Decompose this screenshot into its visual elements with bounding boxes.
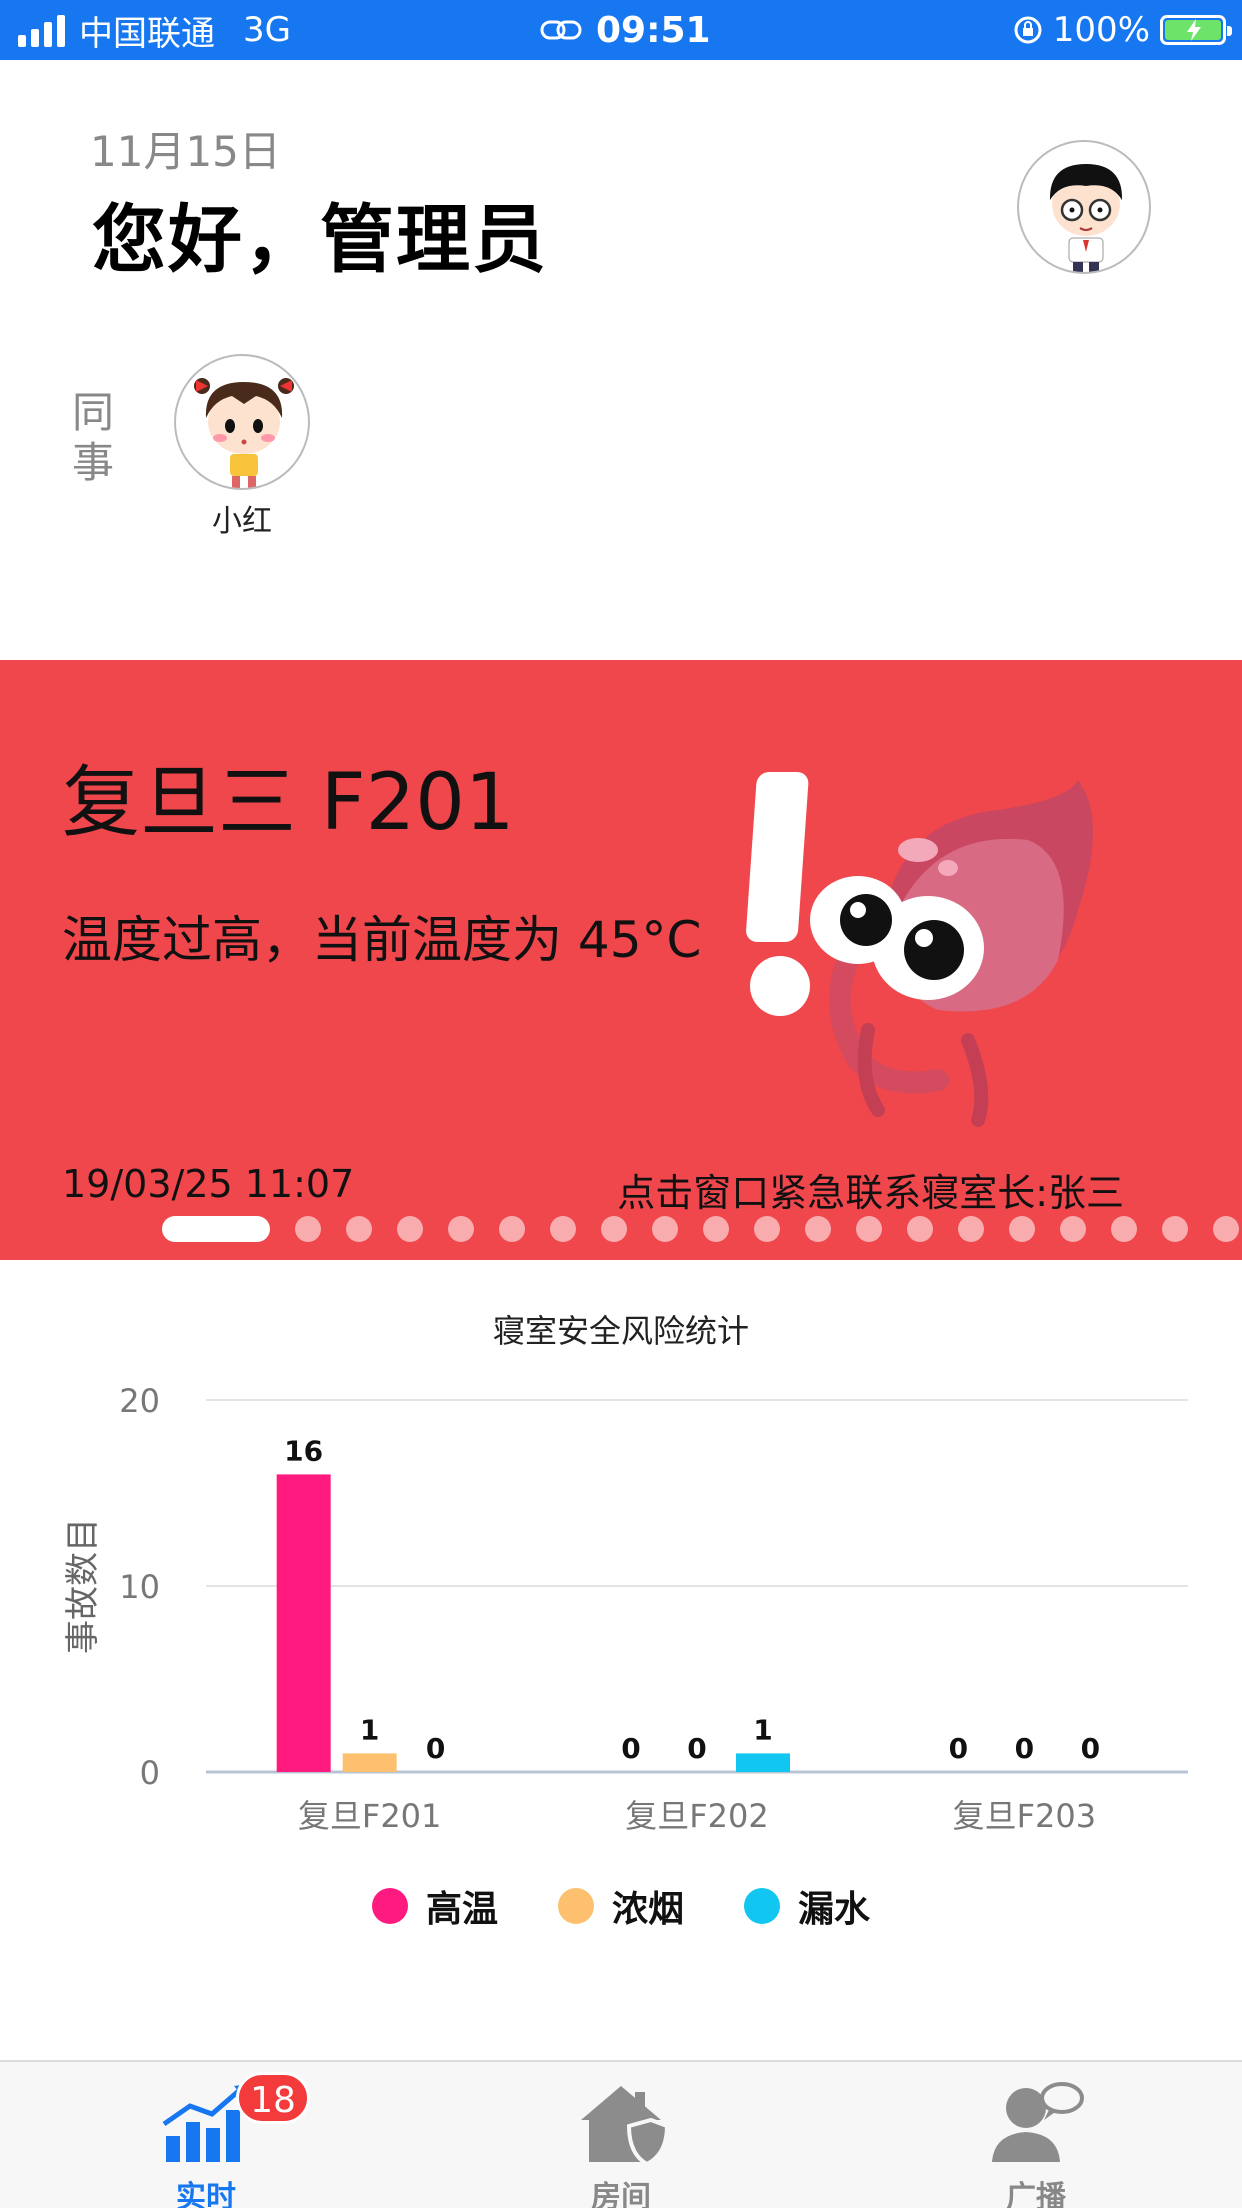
carousel-dot[interactable] [397,1216,423,1242]
battery-icon [1160,15,1232,45]
clock: 09:51 [596,9,711,51]
bar-chart: 01020事故数目复旦F2011610复旦F2020 01复旦F2030 0 0 [63,1382,1188,1835]
carousel-dot[interactable] [856,1216,882,1242]
y-tick-label: 10 [119,1568,160,1606]
rotation-lock-icon [1014,16,1042,44]
legend-item[interactable]: 漏水 [744,1880,870,1932]
legend-item[interactable]: 浓烟 [557,1880,684,1932]
chart-title: 寝室安全风险统计 [492,1312,749,1350]
carousel-dot[interactable] [703,1216,729,1242]
carousel-dot[interactable] [1009,1216,1035,1242]
data-label: 1 [360,1713,379,1746]
data-label: 0 [621,1732,640,1765]
colleagues-label: 同事 [72,388,115,487]
boy-avatar-icon [1049,164,1123,272]
carousel-dot[interactable] [907,1216,933,1242]
data-label: 16 [284,1434,323,1467]
chart-legend: 高温 浓烟 漏水 [0,1880,1242,1932]
house-shield-icon [581,2086,670,2167]
carousel-dot[interactable] [754,1216,780,1242]
tab-rooms-label: 房间 [591,2180,651,2208]
user-avatar[interactable] [1017,140,1151,274]
legend-label: 漏水 [798,1889,871,1930]
colleague-avatar [174,354,310,490]
data-label: 0 [426,1732,445,1765]
bar-高温 [276,1474,331,1772]
alert-room: 复旦三 F201 [62,758,515,848]
carousel-dot[interactable] [1213,1216,1239,1242]
status-bar-right: 100% [1013,0,1232,60]
tab-rooms[interactable]: 房间 [521,2078,721,2208]
carousel-dot[interactable] [295,1216,321,1242]
carousel-dot[interactable] [448,1216,474,1242]
carousel-dot[interactable] [958,1216,984,1242]
tab-realtime-label: 实时 [176,2180,236,2208]
legend-label: 浓烟 [611,1889,684,1930]
status-bar: 中国联通 3G 09:51 100% [0,0,1242,60]
greeting-title: 您好，管理员 [92,197,548,283]
data-label: 0 [1015,1732,1034,1765]
x-tick-label: 复旦F202 [625,1797,769,1835]
data-label: 1 [753,1713,772,1746]
colleague-item[interactable]: 小红 [172,354,312,540]
date-label: 11月15日 [90,127,281,176]
data-label: 0 [1081,1732,1100,1765]
tab-broadcast-label: 广播 [1006,2180,1066,2208]
notification-badge: 18 [236,2072,310,2124]
signal-icon [18,13,65,47]
bar-浓烟 [342,1753,397,1772]
carousel-dot[interactable] [601,1216,627,1242]
battery-percent: 100% [1052,10,1150,50]
carousel-dot[interactable] [550,1216,576,1242]
girl-avatar-icon [194,378,294,488]
data-label: 0 [687,1732,706,1765]
carousel-dot[interactable] [346,1216,372,1242]
carousel-dot[interactable] [652,1216,678,1242]
data-label: 0 [949,1732,968,1765]
y-tick-label: 0 [140,1754,160,1792]
x-tick-label: 复旦F201 [298,1797,442,1835]
carousel-dot[interactable] [499,1216,525,1242]
status-bar-center: 09:51 [540,0,711,60]
alert-message: 温度过高，当前温度为 45°C [62,911,702,969]
tab-bar: 实时 房间 广播 [0,2060,1242,2208]
y-tick-label: 20 [119,1382,160,1420]
alert-contact-link[interactable]: 点击窗口紧急联系寝室长:张三 [617,1162,1124,1217]
carousel-pagination[interactable] [0,1216,1242,1244]
carousel-dot[interactable] [1060,1216,1086,1242]
network-label: 3G [243,10,291,50]
hermit-crab-alert-icon [746,772,1093,1127]
alert-time: 19/03/25 11:07 [62,1162,355,1206]
link-icon [540,20,582,40]
y-axis-label: 事故数目 [63,1518,103,1654]
legend-label: 高温 [425,1889,498,1930]
colleague-name: 小红 [212,504,272,539]
legend-swatch [557,1888,594,1924]
carousel-dot[interactable] [162,1216,270,1242]
carousel-dot[interactable] [805,1216,831,1242]
legend-item[interactable]: 高温 [371,1880,498,1932]
x-tick-label: 复旦F203 [953,1797,1097,1835]
legend-swatch [744,1888,780,1924]
legend-swatch [371,1888,408,1924]
carrier-label: 中国联通 [79,13,215,54]
carousel-dot[interactable] [1162,1216,1188,1242]
tab-broadcast[interactable]: 广播 [936,2078,1136,2208]
bar-漏水 [736,1753,790,1772]
status-bar-left: 中国联通 3G [18,0,291,60]
carousel-dot[interactable] [1111,1216,1137,1242]
person-speech-icon [992,2082,1084,2162]
